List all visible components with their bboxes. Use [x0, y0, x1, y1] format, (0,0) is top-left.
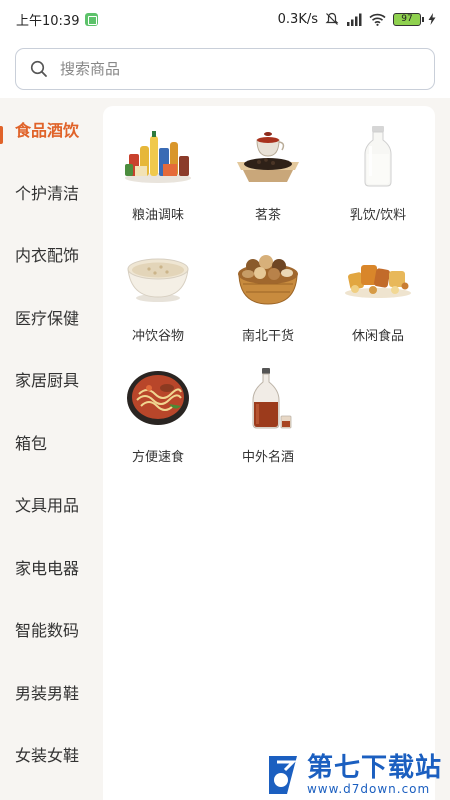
- category-tea[interactable]: 茗茶: [213, 120, 323, 241]
- watermark-text: 第七下载站 www.d7down.com: [307, 753, 442, 796]
- milk-bottle-icon: [340, 120, 416, 192]
- search-bar: [0, 38, 450, 98]
- category-dried-goods[interactable]: 南北干货: [213, 241, 323, 362]
- category-snacks[interactable]: 休闲食品: [323, 241, 433, 362]
- wifi-icon: [369, 13, 386, 26]
- sidebar-item-label: 家居厨具: [15, 371, 80, 391]
- category-dairy-drinks[interactable]: 乳饮/饮料: [323, 120, 433, 241]
- status-bar: 上午10:39 0.3K/s 97: [0, 0, 450, 38]
- sidebar-item-label: 女装女鞋: [15, 746, 80, 766]
- watermark-title: 第七下载站: [306, 753, 442, 783]
- battery-level: 97: [401, 14, 413, 24]
- sidebar-item-digital[interactable]: 智能数码: [0, 598, 100, 661]
- sidebar-item-label: 个护清洁: [15, 183, 80, 203]
- subcategory-panel: 粮油调味 茗茶 乳饮/饮料 冲饮谷物 南北干货 休闲食品 方便速食 中外名酒: [103, 106, 435, 800]
- sidebar-item-food-drinks[interactable]: 食品酒饮: [0, 98, 100, 161]
- signal-icon: [347, 13, 362, 26]
- search-input[interactable]: [60, 60, 390, 78]
- category-sidebar: 食品酒饮 个护清洁 内衣配饰 医疗保健 家居厨具 箱包 文具用品 家电电器 智能…: [0, 98, 100, 800]
- charging-icon: [428, 13, 436, 25]
- sidebar-item-womenswear[interactable]: 女装女鞋: [0, 723, 100, 786]
- sidebar-item-home-kitchen[interactable]: 家居厨具: [0, 348, 100, 411]
- sidebar-item-stationery[interactable]: 文具用品: [0, 473, 100, 536]
- category-label: 中外名酒: [241, 450, 294, 465]
- category-label: 冲饮谷物: [131, 329, 184, 344]
- category-cereals[interactable]: 冲饮谷物: [103, 241, 213, 362]
- subcategory-grid: 粮油调味 茗茶 乳饮/饮料 冲饮谷物 南北干货 休闲食品 方便速食 中外名酒: [103, 106, 435, 483]
- category-label: 粮油调味: [131, 208, 184, 223]
- sidebar-item-underwear[interactable]: 内衣配饰: [0, 223, 100, 286]
- clock: 上午10:39: [16, 13, 80, 29]
- category-instant-food[interactable]: 方便速食: [103, 362, 213, 483]
- d7-logo-icon: [268, 755, 297, 794]
- category-label: 休闲食品: [351, 329, 404, 344]
- oatmeal-bowl-icon: [120, 241, 196, 313]
- nuts-basket-icon: [230, 241, 306, 313]
- watermark-logo: 第七下载站 www.d7down.com: [265, 753, 442, 796]
- sidebar-item-label: 内衣配饰: [15, 246, 80, 266]
- search-icon: [30, 60, 47, 77]
- category-label: 茗茶: [254, 208, 281, 223]
- category-label: 方便速食: [131, 450, 184, 465]
- status-left: 上午10:39: [16, 10, 99, 29]
- tea-icon: [230, 120, 306, 192]
- sidebar-item-label: 家电电器: [15, 558, 80, 578]
- sidebar-item-label: 文具用品: [15, 496, 80, 516]
- snacks-icon: [340, 241, 416, 313]
- noodle-bowl-icon: [120, 362, 196, 434]
- sidebar-item-menswear[interactable]: 男装男鞋: [0, 661, 100, 724]
- sidebar-item-label: 医疗保健: [15, 308, 80, 328]
- watermark-url: www.d7down.com: [306, 782, 431, 796]
- sidebar-item-healthcare[interactable]: 医疗保健: [0, 286, 100, 349]
- sidebar-item-bags[interactable]: 箱包: [0, 411, 100, 474]
- search-box[interactable]: [15, 48, 435, 90]
- category-grain-oil[interactable]: 粮油调味: [103, 120, 213, 241]
- app-notification-icon: [85, 12, 99, 26]
- liquor-bottle-icon: [230, 362, 306, 434]
- status-right: 0.3K/s 97: [278, 12, 436, 27]
- mute-bell-icon: [325, 12, 339, 25]
- sidebar-item-label: 智能数码: [15, 621, 80, 641]
- category-label: 南北干货: [241, 329, 294, 344]
- sidebar-item-label: 箱包: [15, 433, 48, 453]
- battery-icon: 97: [393, 12, 424, 26]
- sidebar-item-personal-care[interactable]: 个护清洁: [0, 161, 100, 224]
- grocery-assortment-icon: [120, 120, 196, 192]
- sidebar-item-appliances[interactable]: 家电电器: [0, 536, 100, 599]
- network-speed: 0.3K/s: [277, 11, 318, 27]
- category-label: 乳饮/饮料: [349, 208, 407, 223]
- category-liquor[interactable]: 中外名酒: [213, 362, 323, 483]
- sidebar-item-label: 男装男鞋: [15, 683, 80, 703]
- sidebar-item-label: 食品酒饮: [15, 121, 80, 141]
